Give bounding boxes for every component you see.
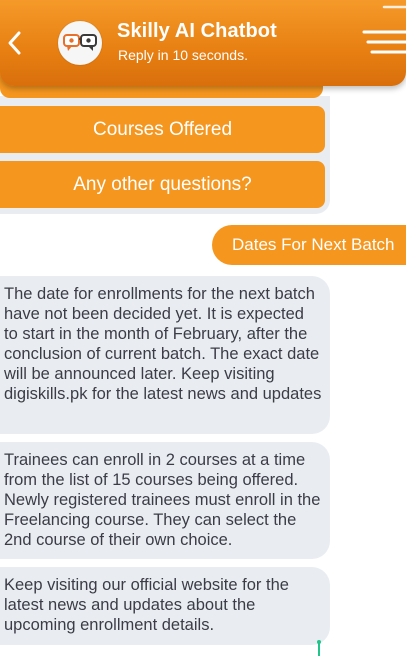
hamburger-menu-icon[interactable] <box>362 4 406 56</box>
chat-title: Skilly AI Chatbot <box>117 20 277 42</box>
reply-time-text: Reply in 10 seconds. <box>118 47 248 63</box>
chatbot-avatar-icon <box>63 34 97 51</box>
other-questions-button[interactable]: Any other questions? <box>0 161 325 208</box>
chat-header: Skilly AI Chatbot Reply in 10 seconds. <box>0 0 406 86</box>
typing-indicator-icon <box>317 640 321 656</box>
user-message-bubble: Dates For Next Batch <box>212 225 406 265</box>
chatbot-avatar <box>58 21 102 65</box>
bot-message-text: Keep visiting our official website for t… <box>4 576 289 634</box>
bot-message-bubble: The date for enrollments for the next ba… <box>0 276 330 434</box>
bot-message-text: The date for enrollments for the next ba… <box>4 285 322 403</box>
courses-offered-button[interactable]: Courses Offered <box>0 106 325 153</box>
user-message-text: Dates For Next Batch <box>232 235 395 254</box>
bot-message-bubble: Keep visiting our official website for t… <box>0 567 330 645</box>
bot-message-text: Trainees can enroll in 2 courses at a ti… <box>4 451 321 549</box>
back-chevron-icon[interactable] <box>4 27 26 59</box>
bot-message-bubble: Trainees can enroll in 2 courses at a ti… <box>0 442 330 559</box>
